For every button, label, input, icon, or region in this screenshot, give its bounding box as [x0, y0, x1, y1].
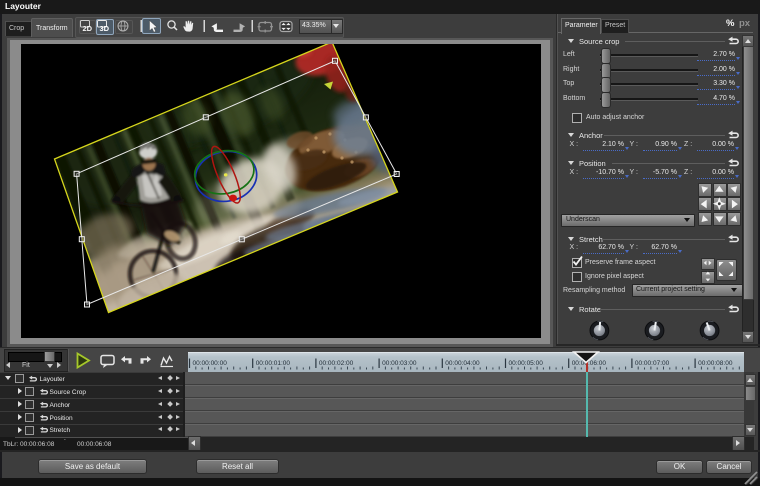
svg-text:00:00:02:00: 00:00:02:00 — [319, 360, 354, 367]
svg-text:00:00:07:00: 00:00:07:00 — [635, 360, 670, 367]
svg-text:3D: 3D — [100, 24, 110, 33]
svg-text:2D: 2D — [83, 24, 93, 33]
svg-text:00:00:08:00: 00:00:08:00 — [698, 360, 733, 367]
svg-text:00:00:00:00: 00:00:00:00 — [193, 360, 228, 367]
svg-text:00:00:03:00: 00:00:03:00 — [382, 360, 417, 367]
svg-text:00:00:05:00: 00:00:05:00 — [509, 360, 544, 367]
svg-text:00:00:01:00: 00:00:01:00 — [256, 360, 291, 367]
svg-text:00:00:04:00: 00:00:04:00 — [445, 360, 480, 367]
